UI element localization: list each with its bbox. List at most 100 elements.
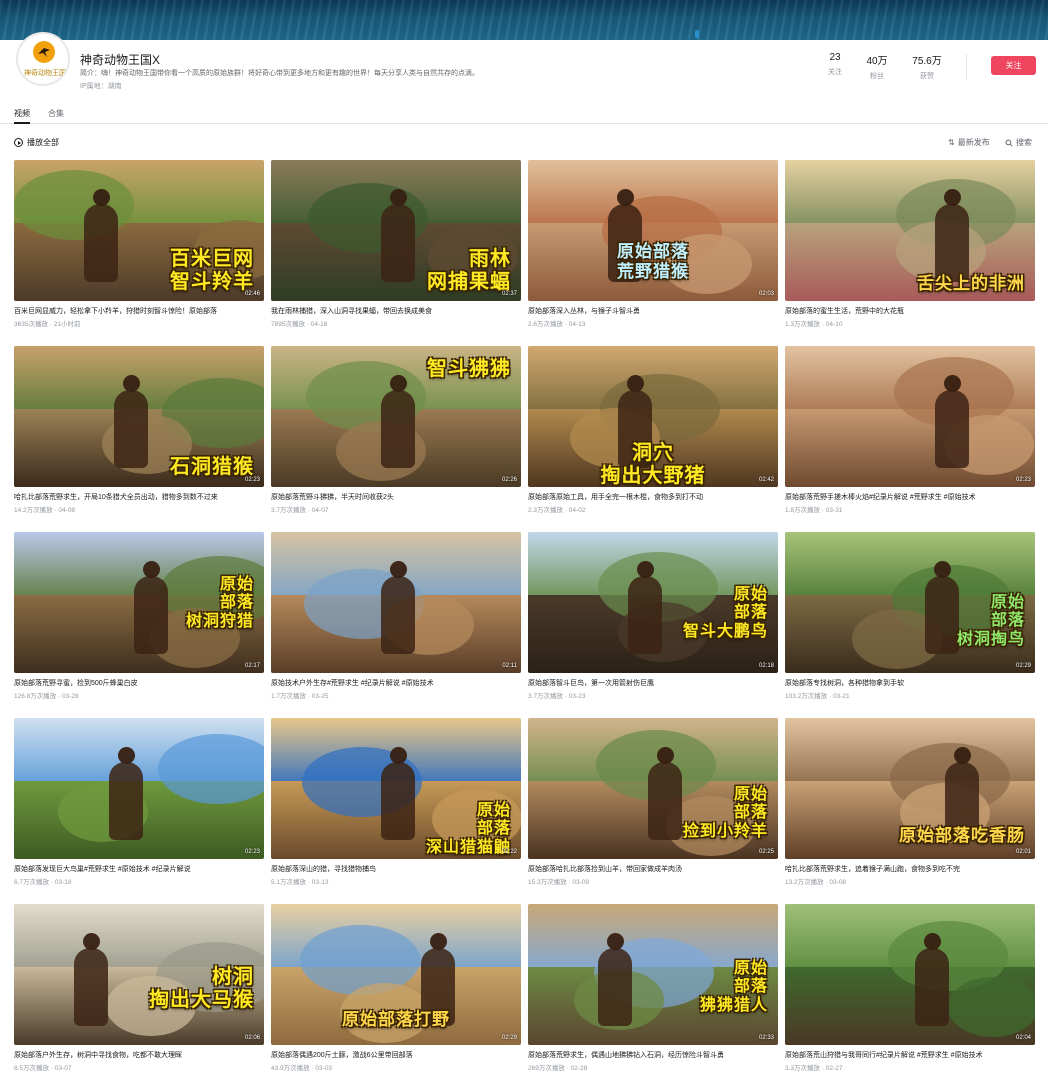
video-thumbnail[interactable]: 02:04 xyxy=(785,904,1035,1045)
video-thumbnail[interactable]: 雨林 网捕果蝠 02:37 xyxy=(271,160,521,301)
video-card[interactable]: 百米巨网 智斗羚羊 02:46 百米巨网显威力，轻松拿下小羚羊，狩猎时刻智斗惊险！原… xyxy=(14,160,264,336)
video-title[interactable]: 原始部落户外生存，树洞中寻找食物，吃都不敢大理睬 xyxy=(14,1050,264,1060)
video-card[interactable]: 02:04 原始部落荒山狩猎与我哥同行#纪录片解说 #荒野求生 #原始技术 3.3万… xyxy=(785,904,1035,1080)
video-duration: 02:23 xyxy=(244,477,260,483)
video-thumbnail[interactable]: 02:23 xyxy=(785,346,1035,487)
video-title[interactable]: 原始部落原始工具，用手全完一根木棍，食物多到打不动 xyxy=(528,492,778,502)
video-card[interactable]: 原始 部落 狒狒猎人 02:33 原始部落荒野求生，偶遇山地狒狒钻入石洞，经历惊险斗… xyxy=(528,904,778,1080)
video-meta: 7895次播放 · 04-18 xyxy=(271,321,328,328)
search-button[interactable]: 搜索 xyxy=(1005,137,1032,148)
video-duration: 02:06 xyxy=(244,1035,260,1041)
thumbnail-caption: 原始部落吃香肠 xyxy=(899,826,1025,845)
sort-latest-button[interactable]: ⇅ 最新发布 xyxy=(948,137,990,148)
video-title[interactable]: 原始部落荒山狩猎与我哥同行#纪录片解说 #荒野求生 #原始技术 xyxy=(785,1050,1035,1060)
channel-tabs: 视频 合集 xyxy=(0,104,1048,124)
video-title[interactable]: 原始部落哈扎比部落捡到山羊，带回家做成羊肉汤 xyxy=(528,864,778,874)
thumbnail-person xyxy=(74,933,108,1026)
video-meta: 43.9万次播放 · 03-03 xyxy=(271,1065,333,1072)
follow-button[interactable]: 关注 xyxy=(991,56,1036,75)
video-title[interactable]: 哈扎比部落荒野求生，追着猴子满山跑，食物多到吃不完 xyxy=(785,864,1035,874)
video-meta: 6.7万次播放 · 03-18 xyxy=(14,879,72,886)
video-title[interactable]: 原始部落专找树洞，各种猎物拿到手软 xyxy=(785,678,1035,688)
video-card[interactable]: 舌尖上的非洲 原始部落的蜜生生活，荒野中的大花瓶 1.3万次播放 · 04-10 xyxy=(785,160,1035,336)
video-title[interactable]: 我在雨林捕猎，深入山洞寻找果蝠，带回去换成美食 xyxy=(271,306,521,316)
video-card[interactable]: 02:23 原始部落荒野手搓木棒火焰#纪录片解说 #荒野求生 #原始技术 1.8万次… xyxy=(785,346,1035,522)
video-title[interactable]: 原始部落荒野求生，偶遇山地狒狒钻入石洞，经历惊险斗智斗勇 xyxy=(528,1050,778,1060)
video-title[interactable]: 哈扎比部落荒野求生，开局10条猎犬全员出动，猎物多到数不过来 xyxy=(14,492,264,502)
video-title[interactable]: 百米巨网显威力，轻松拿下小羚羊，狩猎时刻智斗惊险！原始部落 xyxy=(14,306,264,316)
video-duration: 02:25 xyxy=(758,849,774,855)
thumbnail-person xyxy=(114,375,148,468)
thumbnail-caption: 原始部落打野 xyxy=(342,1010,450,1029)
video-title[interactable]: 原始技术户外生存#荒野求生 #纪录片解说 #原始技术 xyxy=(271,678,521,688)
video-thumbnail[interactable]: 02:11 xyxy=(271,532,521,673)
video-title[interactable]: 原始部落荒野手搓木棒火焰#纪录片解说 #荒野求生 #原始技术 xyxy=(785,492,1035,502)
channel-name[interactable]: 神奇动物王国X xyxy=(80,51,160,68)
video-thumbnail[interactable]: 舌尖上的非洲 xyxy=(785,160,1035,301)
video-thumbnail[interactable]: 原始 部落 树洞狩猎 02:17 xyxy=(14,532,264,673)
video-card[interactable]: 原始 部落 深山猎猫鼬 02:22 原始部落深山的猎，寻找猎物捕鸟 5.1万次播放 ·… xyxy=(271,718,521,894)
video-meta: 269万次播放 · 02-28 xyxy=(528,1065,588,1072)
video-card[interactable]: 石洞猎猴 02:23 哈扎比部落荒野求生，开局10条猎犬全员出动，猎物多到数不过来 1… xyxy=(14,346,264,522)
video-thumbnail[interactable]: 原始部落 荒野猎猴 02:03 xyxy=(528,160,778,301)
video-title[interactable]: 原始部落发现巨大鸟巢#荒野求生 #原始技术 #纪录片解说 xyxy=(14,864,264,874)
video-thumbnail[interactable]: 02:23 xyxy=(14,718,264,859)
video-card[interactable]: 原始 部落 树洞掏鸟 02:29 原始部落专找树洞，各种猎物拿到手软 103.2万次播… xyxy=(785,532,1035,708)
video-card[interactable]: 树洞 掏出大马猴 02:06 原始部落户外生存，树洞中寻找食物，吃都不敢大理睬 8.5… xyxy=(14,904,264,1080)
video-card[interactable]: 原始 部落 捡到小羚羊 02:25 原始部落哈扎比部落捡到山羊，带回家做成羊肉汤 15… xyxy=(528,718,778,894)
video-card[interactable]: 洞穴 掏出大野猪 02:42 原始部落原始工具，用手全完一根木棍，食物多到打不动 2.… xyxy=(528,346,778,522)
sort-icon: ⇅ xyxy=(948,138,955,147)
video-card[interactable]: 雨林 网捕果蝠 02:37 我在雨林捕猎，深入山洞寻找果蝠，带回去换成美食 7895次… xyxy=(271,160,521,336)
thumbnail-person xyxy=(935,189,969,282)
tab-videos[interactable]: 视频 xyxy=(14,108,30,119)
video-thumbnail[interactable]: 原始 部落 狒狒猎人 02:33 xyxy=(528,904,778,1045)
video-thumbnail[interactable]: 树洞 掏出大马猴 02:06 xyxy=(14,904,264,1045)
video-thumbnail[interactable]: 原始部落打野 02:29 xyxy=(271,904,521,1045)
channel-banner xyxy=(0,0,1048,40)
video-card[interactable]: 原始部落打野 02:29 原始部落偶遇200斤土豚，激战6公里带回部落 43.9万次播… xyxy=(271,904,521,1080)
video-title[interactable]: 原始部落智斗巨鸟，第一次用箭射伤巨鹰 xyxy=(528,678,778,688)
video-card[interactable]: 原始 部落 树洞狩猎 02:17 原始部落荒野寻蜜，捡到500斤蜂巢白皮 126.8万… xyxy=(14,532,264,708)
thumbnail-caption: 百米巨网 智斗羚羊 xyxy=(170,248,254,293)
video-thumbnail[interactable]: 原始 部落 捡到小羚羊 02:25 xyxy=(528,718,778,859)
video-thumbnail[interactable]: 石洞猎猴 02:23 xyxy=(14,346,264,487)
thumbnail-person xyxy=(381,189,415,282)
thumbnail-caption: 原始 部落 深山猎猫鼬 xyxy=(425,802,511,856)
avatar[interactable]: 神奇动物王国 xyxy=(16,32,70,86)
video-duration: 02:04 xyxy=(1015,1035,1031,1041)
video-duration: 02:23 xyxy=(1015,477,1031,483)
video-title[interactable]: 原始部落深入丛林，与猴子斗智斗勇 xyxy=(528,306,778,316)
channel-description: 简介：嗨！神奇动物王国带你看一个高质的原始族群！将好奇心带到更多地方和更有趣的世… xyxy=(80,70,479,77)
video-card[interactable]: 智斗狒狒 02:26 原始部落荒野斗狒狒，半天时间收获2头 3.7万次播放 · 04-… xyxy=(271,346,521,522)
video-thumbnail[interactable]: 原始 部落 树洞掏鸟 02:29 xyxy=(785,532,1035,673)
video-duration: 02:18 xyxy=(758,663,774,669)
video-thumbnail[interactable]: 百米巨网 智斗羚羊 02:46 xyxy=(14,160,264,301)
video-thumbnail[interactable]: 原始 部落 智斗大鹏鸟 02:18 xyxy=(528,532,778,673)
video-card[interactable]: 原始 部落 智斗大鹏鸟 02:18 原始部落智斗巨鸟，第一次用箭射伤巨鹰 3.7万次播… xyxy=(528,532,778,708)
video-card[interactable]: 02:11 原始技术户外生存#荒野求生 #纪录片解说 #原始技术 1.7万次播放 ·… xyxy=(271,532,521,708)
video-title[interactable]: 原始部落荒野寻蜜，捡到500斤蜂巢白皮 xyxy=(14,678,264,688)
video-title[interactable]: 原始部落的蜜生生活，荒野中的大花瓶 xyxy=(785,306,1035,316)
video-card[interactable]: 原始部落 荒野猎猴 02:03 原始部落深入丛林，与猴子斗智斗勇 2.6万次播放 · … xyxy=(528,160,778,336)
video-title[interactable]: 原始部落荒野斗狒狒，半天时间收获2头 xyxy=(271,492,521,502)
video-thumbnail[interactable]: 智斗狒狒 02:26 xyxy=(271,346,521,487)
video-thumbnail[interactable]: 洞穴 掏出大野猪 02:42 xyxy=(528,346,778,487)
thumbnail-caption: 原始 部落 捡到小羚羊 xyxy=(682,786,768,840)
thumbnail-caption: 原始 部落 树洞掏鸟 xyxy=(956,594,1025,648)
header-divider xyxy=(966,54,967,80)
tab-collections[interactable]: 合集 xyxy=(48,108,64,119)
video-thumbnail[interactable]: 原始部落吃香肠 02:01 xyxy=(785,718,1035,859)
play-all-button[interactable]: 播放全部 xyxy=(14,137,59,148)
video-card[interactable]: 02:23 原始部落发现巨大鸟巢#荒野求生 #原始技术 #纪录片解说 6.7万次播放… xyxy=(14,718,264,894)
video-duration: 02:29 xyxy=(1015,663,1031,669)
thumbnail-person xyxy=(648,747,682,840)
video-duration: 02:46 xyxy=(244,291,260,297)
thumbnail-person xyxy=(109,747,143,840)
video-thumbnail[interactable]: 原始 部落 深山猎猫鼬 02:22 xyxy=(271,718,521,859)
video-title[interactable]: 原始部落深山的猎，寻找猎物捕鸟 xyxy=(271,864,521,874)
video-meta: 15.3万次播放 · 03-09 xyxy=(528,879,590,886)
video-card[interactable]: 原始部落吃香肠 02:01 哈扎比部落荒野求生，追着猴子满山跑，食物多到吃不完 13.… xyxy=(785,718,1035,894)
stat-followers[interactable]: 40万 粉丝 xyxy=(852,52,902,81)
video-title[interactable]: 原始部落偶遇200斤土豚，激战6公里带回部落 xyxy=(271,1050,521,1060)
stat-followers-label: 粉丝 xyxy=(870,73,884,80)
